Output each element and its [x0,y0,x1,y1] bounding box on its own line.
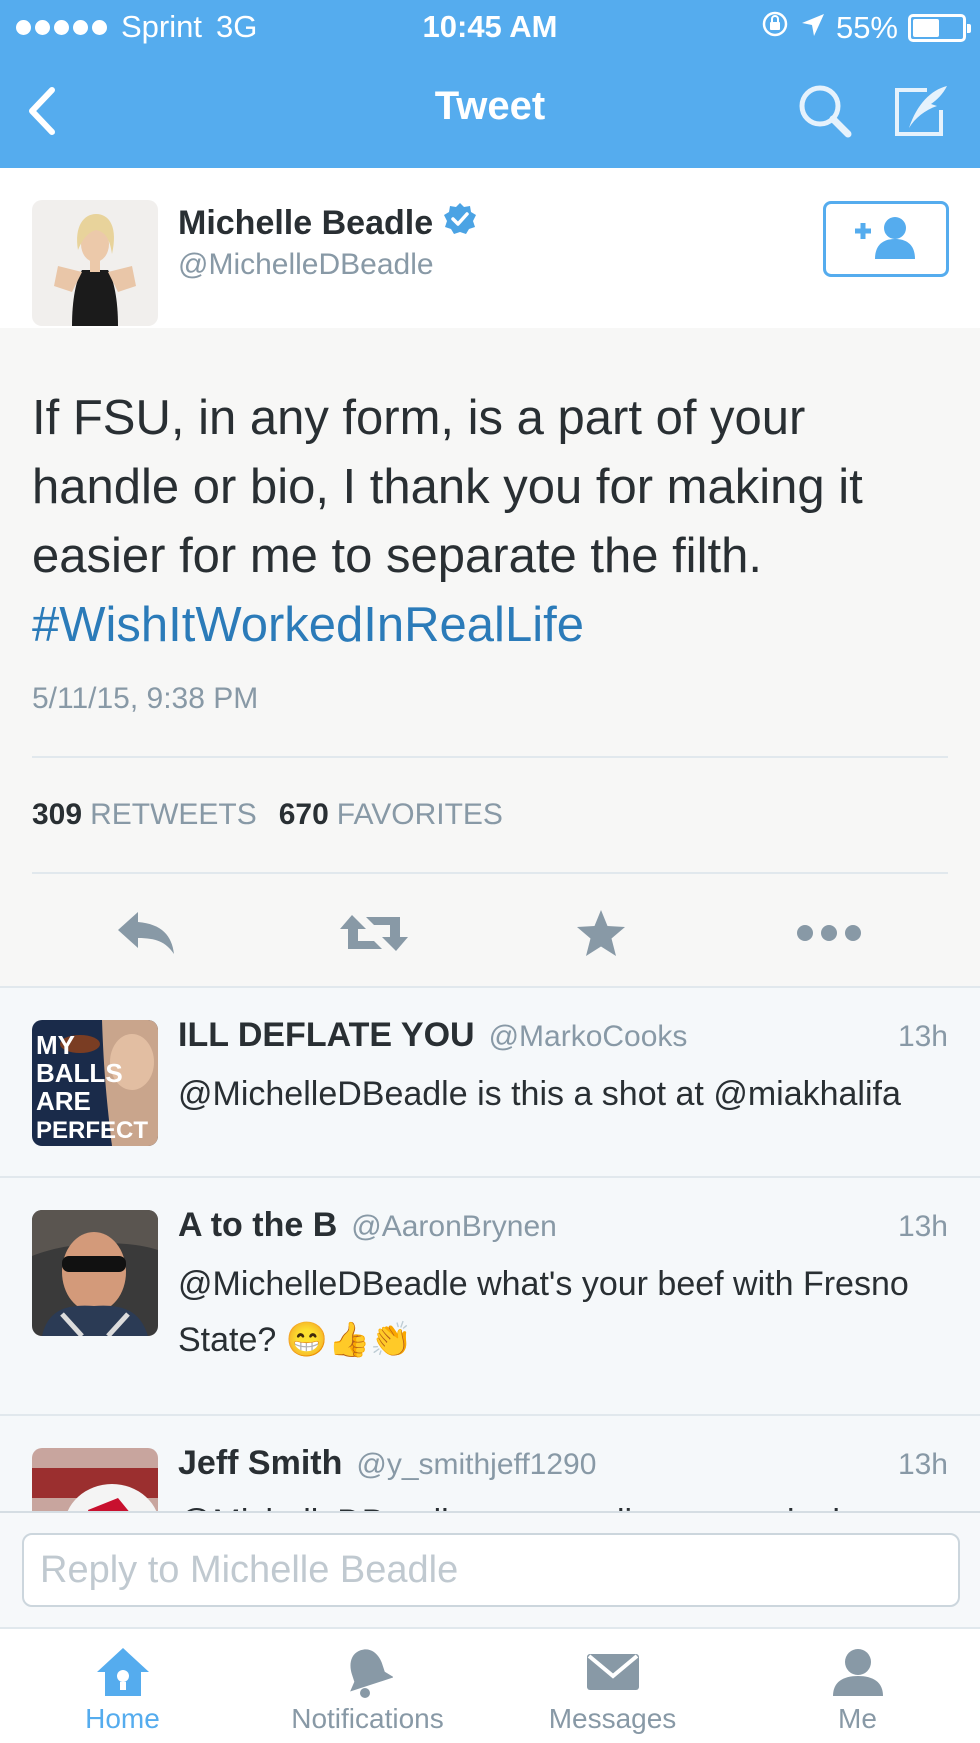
reply-avatar-text-3: ARE [36,1086,91,1116]
follow-button[interactable] [823,201,949,277]
retweets-count: 309 [32,798,83,831]
tweet-actions [0,900,980,970]
home-icon [95,1645,151,1699]
tab-bar: Home Notifications Messages Me [0,1627,980,1743]
tweet-body: If FSU, in any form, is a part of your h… [0,328,980,986]
retweets-label: RETWEETS [90,798,257,831]
reply-arrow-icon [116,910,178,961]
tab-me[interactable]: Me [735,1629,980,1743]
tweet-author: Michelle Beadle @MichelleDBeadle [0,168,980,328]
reply-tweet[interactable]: MY BALLS ARE PERFECT ILL DEFLATE YOU @Ma… [0,988,980,1176]
reply-text: @MichelleDBeadle yup penalize every sing… [178,1494,948,1511]
author-name[interactable]: Michelle Beadle [178,204,433,243]
reply-avatar[interactable] [32,1210,158,1336]
tab-label: Home [85,1703,160,1734]
tab-label: Me [838,1703,877,1734]
verified-badge-icon [443,202,477,245]
reply-composer [0,1511,980,1627]
more-dots-icon [796,924,862,947]
reply-header: A to the B @AaronBrynen [178,1206,557,1245]
compose-button[interactable] [886,78,956,148]
nav-bar: Tweet [0,56,980,168]
favorites-count: 670 [278,798,329,831]
favorites-stat[interactable]: 670 FAVORITES [279,798,503,832]
reply-avatar-text-2: BALLS [36,1058,123,1088]
location-arrow-icon [800,10,826,46]
tweet-text: If FSU, in any form, is a part of your h… [32,384,952,660]
reply-author-name[interactable]: ILL DEFLATE YOU [178,1016,475,1055]
tab-label: Notifications [291,1703,444,1734]
reply-text: @MichelleDBeadle what's your beef with F… [178,1265,909,1359]
reply-avatar-text-4: PERFECT [36,1117,148,1144]
reply-time: 13h [897,1210,948,1243]
reply-author-name[interactable]: Jeff Smith [178,1444,342,1483]
reply-avatar[interactable]: MY BALLS ARE PERFECT [32,1020,158,1146]
author-avatar[interactable] [32,200,158,326]
tweet-text-content: If FSU, in any form, is a part of your h… [32,391,863,583]
reply-header: Jeff Smith @y_smithjeff1290 [178,1444,596,1483]
reply-time: 13h [897,1020,948,1053]
hashtag-link[interactable]: #WishItWorkedInRealLife [32,598,584,652]
search-icon [796,82,854,145]
author-handle[interactable]: @MichelleDBeadle [178,248,434,282]
bell-icon [343,1645,393,1699]
reply-button[interactable] [107,900,187,970]
tweet-stats: 309 RETWEETS 670 FAVORITES [32,798,503,832]
status-bar: Sprint 3G 10:45 AM 55% [0,0,980,56]
rotation-lock-icon [760,9,790,47]
reply-author-handle[interactable]: @y_smithjeff1290 [356,1448,596,1482]
star-icon [575,908,627,963]
reply-author-handle[interactable]: @AaronBrynen [351,1210,557,1244]
favorites-label: FAVORITES [336,798,503,831]
more-button[interactable] [789,900,869,970]
tweet-timestamp: 5/11/15, 9:38 PM [32,682,259,715]
divider [32,756,948,758]
reply-time: 13h [897,1448,948,1481]
reply-header: ILL DEFLATE YOU @MarkoCooks [178,1016,687,1055]
top-bar: Sprint 3G 10:45 AM 55% Tweet [0,0,980,168]
envelope-icon [585,1645,641,1699]
reply-avatar[interactable] [32,1448,158,1511]
reply-tweet[interactable]: Jeff Smith @y_smithjeff1290 13h @Michell… [0,1416,980,1511]
retweet-button[interactable] [334,900,414,970]
search-button[interactable] [790,78,860,148]
reply-avatar-text-1: MY [36,1030,75,1060]
divider [32,872,948,874]
compose-icon [891,82,951,145]
reply-author-name[interactable]: A to the B [178,1206,337,1245]
tab-notifications[interactable]: Notifications [245,1629,490,1743]
reply-tweet[interactable]: A to the B @AaronBrynen 13h @MichelleDBe… [0,1178,980,1414]
battery-percent: 55% [835,10,898,45]
reply-text: @MichelleDBeadle is this a shot at @miak… [178,1075,901,1113]
tab-label: Messages [548,1703,677,1734]
author-name-row: Michelle Beadle [178,202,477,245]
retweets-stat[interactable]: 309 RETWEETS [32,798,257,832]
add-user-icon [851,215,921,264]
tab-home[interactable]: Home [0,1629,245,1743]
reply-author-handle[interactable]: @MarkoCooks [489,1020,688,1054]
favorite-button[interactable] [561,900,641,970]
tab-messages[interactable]: Messages [490,1629,735,1743]
retweet-icon [338,911,410,960]
person-icon [831,1645,885,1699]
battery-icon [908,14,971,42]
reply-input[interactable] [22,1533,960,1607]
